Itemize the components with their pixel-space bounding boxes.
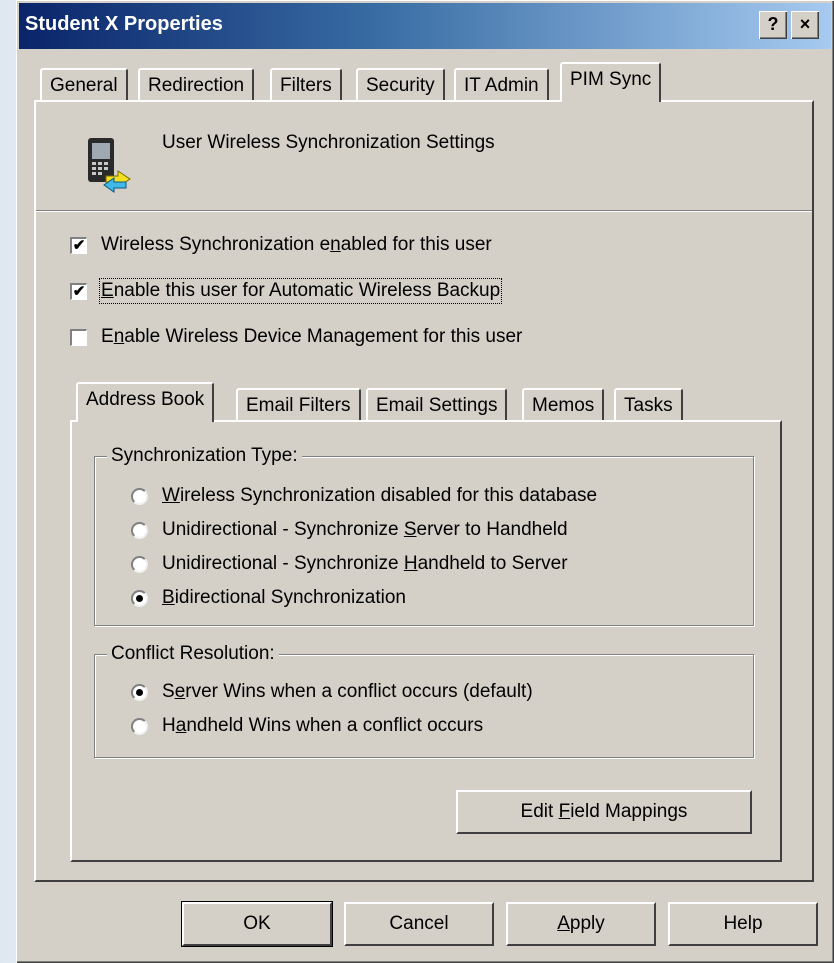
address-book-panel: Synchronization Type: Wireless Synchroni… xyxy=(70,420,782,862)
apply-accesskey: A xyxy=(557,913,570,934)
edit-field-mappings-accesskey: F xyxy=(558,801,571,822)
auto-backup-label: Enable this user for Automatic Wireless … xyxy=(98,278,503,304)
conflict-resolution-title: Conflict Resolution: xyxy=(107,643,279,665)
edit-field-mappings-button[interactable]: Edit Field Mappings xyxy=(456,790,752,834)
wireless-sync-label-accesskey: n xyxy=(330,234,341,255)
radio-server-wins-accesskey: e xyxy=(174,681,186,702)
radio-sync-disabled-accesskey: W xyxy=(162,485,180,506)
radio-handheld-wins-accesskey: a xyxy=(175,715,187,736)
radio-server-wins-pre: S xyxy=(162,681,175,702)
sync-settings-heading: User Wireless Synchronization Settings xyxy=(162,132,495,153)
wireless-sync-checkbox[interactable]: ✔ Wireless Synchronization enabled for t… xyxy=(70,234,492,256)
tab-email-settings[interactable]: Email Settings xyxy=(366,388,508,422)
radio-handheld-wins-indicator[interactable] xyxy=(131,717,148,735)
radio-handheld-to-server[interactable]: Unidirectional - Synchronize Handheld to… xyxy=(131,553,568,575)
radio-server-to-handheld-indicator[interactable] xyxy=(131,521,148,539)
radio-sync-disabled-post: ireless Synchronization disabled for thi… xyxy=(179,485,598,506)
tab-tasks[interactable]: Tasks xyxy=(614,388,683,422)
apply-button[interactable]: Apply xyxy=(506,902,656,946)
radio-bidirectional-post: idirectional Synchronization xyxy=(174,587,406,608)
radio-handheld-wins-post: ndheld Wins when a conflict occurs xyxy=(186,715,484,736)
tab-it-admin[interactable]: IT Admin xyxy=(454,68,549,102)
wireless-sync-label-pre: Wireless Synchronization e xyxy=(101,234,331,255)
device-mgmt-label-accesskey: n xyxy=(113,326,125,347)
radio-handheld-wins-pre: H xyxy=(162,715,176,736)
device-mgmt-label: Enable Wireless Device Management for th… xyxy=(101,326,522,348)
radio-bidirectional-indicator[interactable] xyxy=(131,589,148,607)
radio-bidirectional[interactable]: Bidirectional Synchronization xyxy=(131,587,406,609)
radio-handheld-to-server-indicator[interactable] xyxy=(131,555,148,573)
tab-redirection[interactable]: Redirection xyxy=(138,68,255,102)
title-bar[interactable]: Student X Properties ? × xyxy=(19,3,831,49)
radio-sync-disabled-indicator[interactable] xyxy=(131,487,148,505)
edit-field-mappings-pre: Edit xyxy=(520,801,559,822)
device-mgmt-check-indicator[interactable] xyxy=(70,328,87,346)
radio-bidirectional-accesskey: B xyxy=(162,587,175,608)
radio-handheld-to-server-accesskey: H xyxy=(403,553,418,574)
conflict-resolution-group: Conflict Resolution: Server Wins when a … xyxy=(94,643,754,758)
help-button[interactable]: ? xyxy=(759,11,787,39)
radio-server-wins[interactable]: Server Wins when a conflict occurs (defa… xyxy=(131,681,533,703)
apply-label-rest: pply xyxy=(569,913,605,934)
radio-handheld-to-server-post: andheld to Server xyxy=(417,553,568,574)
cancel-button[interactable]: Cancel xyxy=(344,902,494,946)
tab-memos[interactable]: Memos xyxy=(522,388,605,422)
radio-selected-dot xyxy=(136,688,143,696)
radio-handheld-wins[interactable]: Handheld Wins when a conflict occurs xyxy=(131,715,483,737)
close-button[interactable]: × xyxy=(791,11,819,39)
radio-server-to-handheld-pre: Unidirectional - Synchronize xyxy=(162,519,404,540)
auto-backup-checkbox[interactable]: ✔ Enable this user for Automatic Wireles… xyxy=(70,278,503,304)
device-mgmt-label-pre: E xyxy=(101,326,114,347)
wireless-sync-check-indicator[interactable]: ✔ xyxy=(70,236,87,254)
wireless-sync-label-post: abled for this user xyxy=(340,234,492,255)
auto-backup-check-indicator[interactable]: ✔ xyxy=(70,282,87,300)
radio-server-to-handheld-post: erver to Handheld xyxy=(416,519,568,540)
radio-server-wins-indicator[interactable] xyxy=(131,683,148,701)
handheld-sync-icon xyxy=(88,138,131,193)
tab-general[interactable]: General xyxy=(40,68,128,102)
auto-backup-label-post: nable this user for Automatic Wireless B… xyxy=(113,280,501,301)
wireless-sync-label: Wireless Synchronization enabled for thi… xyxy=(101,234,492,256)
sync-type-group: Synchronization Type: Wireless Synchroni… xyxy=(94,445,754,626)
sync-type-title: Synchronization Type: xyxy=(107,445,302,467)
radio-selected-dot xyxy=(136,594,143,602)
tab-filters[interactable]: Filters xyxy=(270,68,342,102)
properties-dialog: Student X Properties ? × General Redirec… xyxy=(16,0,834,963)
ok-button[interactable]: OK xyxy=(181,901,333,947)
device-mgmt-label-post: able Wireless Device Management for this… xyxy=(124,326,523,347)
window-title: Student X Properties xyxy=(25,13,223,35)
tab-email-filters[interactable]: Email Filters xyxy=(236,388,361,422)
radio-sync-disabled[interactable]: Wireless Synchronization disabled for th… xyxy=(131,485,597,507)
radio-server-to-handheld-accesskey: S xyxy=(403,519,417,540)
radio-handheld-to-server-pre: Unidirectional - Synchronize xyxy=(162,553,404,574)
radio-server-to-handheld[interactable]: Unidirectional - Synchronize Server to H… xyxy=(131,519,568,541)
tab-security[interactable]: Security xyxy=(356,68,445,102)
auto-backup-label-accesskey: E xyxy=(101,280,114,301)
tab-pim-sync[interactable]: PIM Sync xyxy=(560,62,662,102)
tab-address-book[interactable]: Address Book xyxy=(76,382,215,422)
header-divider xyxy=(36,210,812,212)
pim-sync-panel: User Wireless Synchronization Settings ✔… xyxy=(34,100,814,882)
radio-server-wins-post: rver Wins when a conflict occurs (defaul… xyxy=(185,681,533,702)
device-mgmt-checkbox[interactable]: Enable Wireless Device Management for th… xyxy=(70,326,522,348)
edit-field-mappings-post: ield Mappings xyxy=(570,801,688,822)
help-dialog-button[interactable]: Help xyxy=(668,902,818,946)
